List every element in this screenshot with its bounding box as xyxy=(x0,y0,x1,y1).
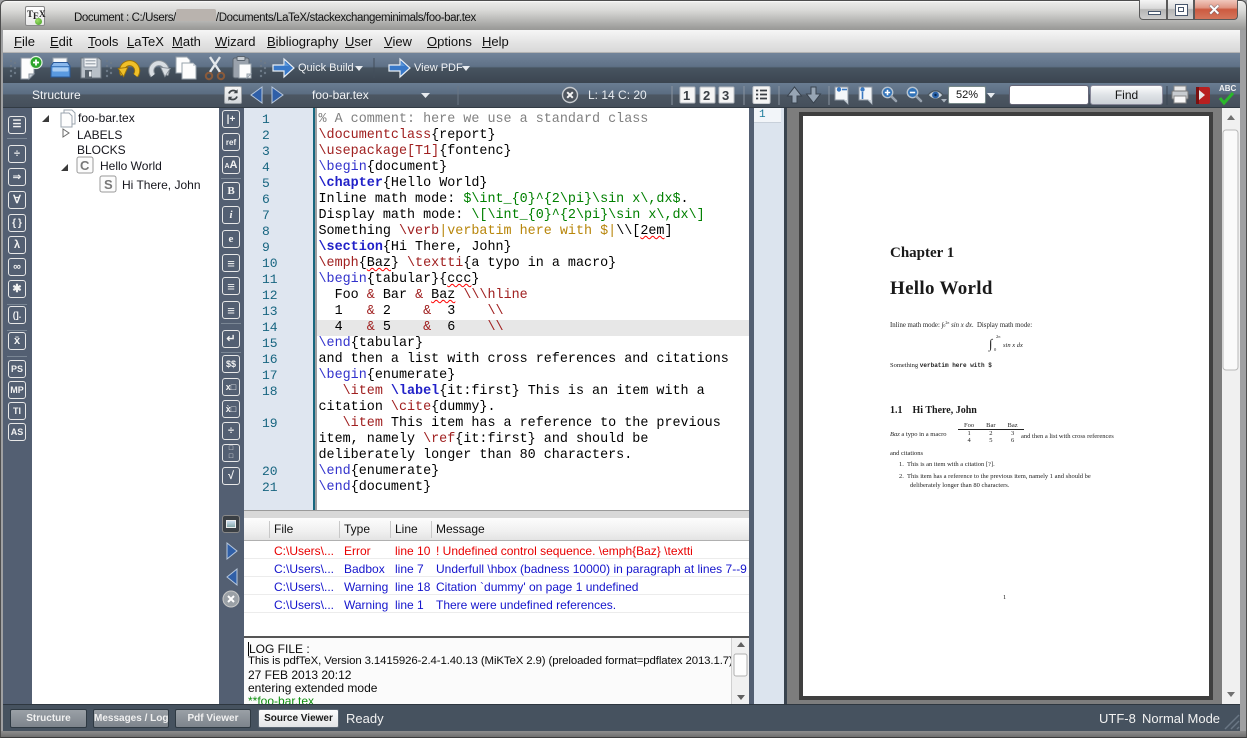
svg-text:S: S xyxy=(104,177,113,192)
svg-text:C: C xyxy=(80,158,90,173)
